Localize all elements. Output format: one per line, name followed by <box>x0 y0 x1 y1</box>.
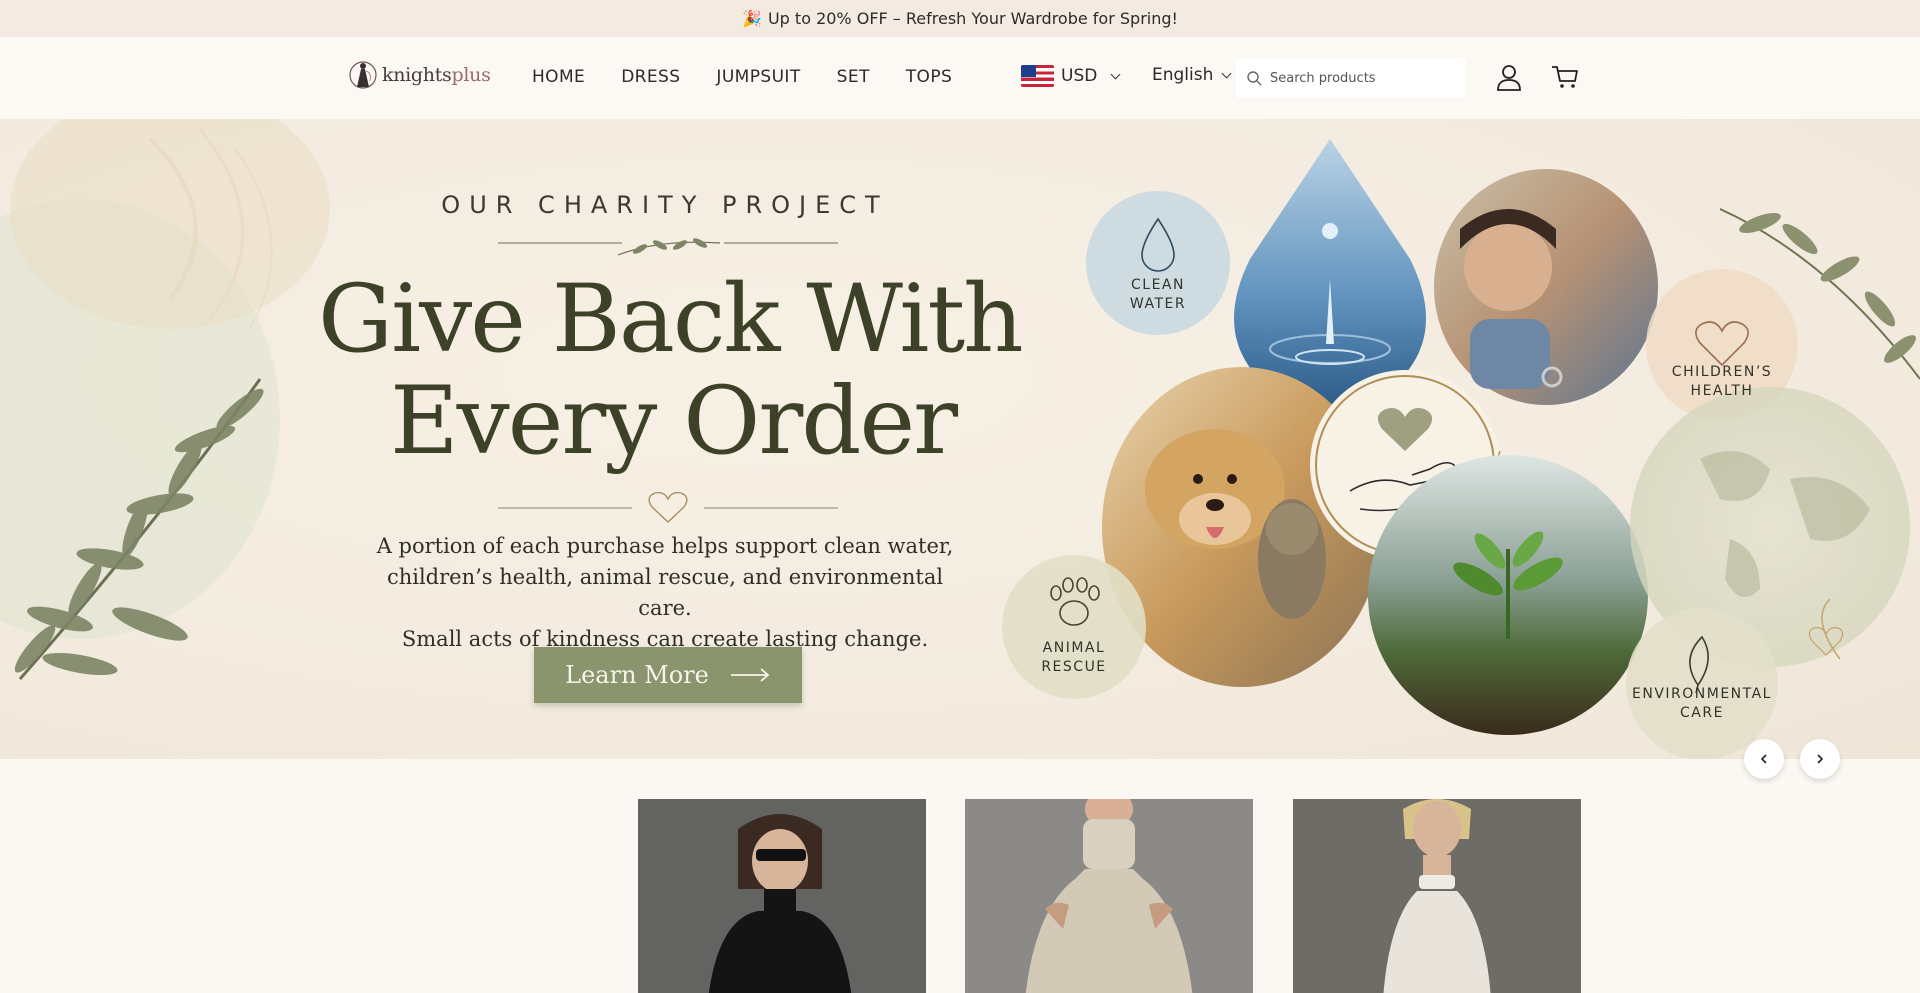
logo[interactable]: knightsplus <box>348 57 491 93</box>
chevron-down-icon <box>1110 69 1121 79</box>
main-nav: HOME DRESS JUMPSUIT SET TOPS <box>532 67 952 87</box>
hero-description-line1: A portion of each purchase helps support… <box>376 534 954 558</box>
currency-selector[interactable]: USD <box>1021 65 1121 87</box>
announcement-text: Up to 20% OFF – Refresh Your Wardrobe fo… <box>767 9 1178 28</box>
search-icon <box>1247 71 1262 86</box>
nav-dress[interactable]: DRESS <box>621 67 680 87</box>
cause-animal-rescue-line2: RESCUE <box>1041 659 1107 675</box>
product-card[interactable] <box>638 799 926 993</box>
us-flag-icon <box>1021 65 1054 87</box>
nav-jumpsuit[interactable]: JUMPSUIT <box>716 67 800 87</box>
product-image-black-turtleneck <box>638 799 926 993</box>
logo-text: knightsplus <box>382 64 491 86</box>
nav-home[interactable]: HOME <box>532 67 585 87</box>
language-value: English <box>1152 65 1214 85</box>
cause-environmental-care-label: ENVIRONMENTAL CARE <box>1622 685 1782 723</box>
logo-brand-main: knights <box>382 64 452 86</box>
cause-childrens-health-line2: HEALTH <box>1690 383 1754 399</box>
product-card[interactable] <box>1293 799 1581 993</box>
product-image-sheer-white-top <box>1293 799 1581 993</box>
hero-headline-line1: Give Back With <box>318 265 1024 374</box>
hero-artwork <box>0 119 1920 759</box>
cause-clean-water-line2: WATER <box>1129 296 1187 312</box>
nav-set[interactable]: SET <box>837 67 870 87</box>
product-image-knit-halter-top <box>965 799 1253 993</box>
hero-headline-line2: Every Order <box>390 367 958 476</box>
product-card[interactable] <box>965 799 1253 993</box>
cause-childrens-health-line1: CHILDREN’S <box>1671 364 1773 380</box>
cause-clean-water-line1: CLEAN <box>1131 277 1185 293</box>
site-header: knightsplus HOME DRESS JUMPSUIT SET TOPS… <box>0 37 1920 119</box>
cart-icon[interactable] <box>1550 62 1580 92</box>
learn-more-label: Learn More <box>565 661 709 689</box>
learn-more-button[interactable]: Learn More <box>534 647 802 703</box>
search-input[interactable] <box>1270 70 1450 86</box>
hero-description-line2: children’s health, animal rescue, and en… <box>386 565 944 620</box>
currency-value: USD <box>1061 66 1098 86</box>
language-selector[interactable]: English <box>1152 65 1232 85</box>
cause-environmental-care-line1: ENVIRONMENTAL <box>1632 686 1772 702</box>
logo-brand-accent: plus <box>451 64 491 86</box>
search-box[interactable] <box>1236 58 1466 98</box>
arrow-right-icon <box>730 668 770 682</box>
hero-description: A portion of each purchase helps support… <box>360 531 970 655</box>
hero-banner: OUR CHARITY PROJECT Give Back With Every… <box>0 119 1920 759</box>
party-popper-icon: 🎉 <box>742 9 762 28</box>
chevron-down-icon <box>1221 68 1232 78</box>
cause-childrens-health-label: CHILDREN’S HEALTH <box>1652 363 1792 401</box>
hero-eyebrow: OUR CHARITY PROJECT <box>441 191 889 219</box>
cause-clean-water-label: CLEAN WATER <box>1108 276 1208 314</box>
announcement-bar: 🎉 Up to 20% OFF – Refresh Your Wardrobe … <box>0 0 1920 37</box>
user-icon[interactable] <box>1494 62 1524 92</box>
product-grid <box>0 759 1920 993</box>
cause-environmental-care-line2: CARE <box>1680 705 1724 721</box>
logo-mark-icon <box>349 61 377 89</box>
nav-tops[interactable]: TOPS <box>906 67 952 87</box>
cause-animal-rescue-line1: ANIMAL <box>1042 640 1106 656</box>
cause-animal-rescue-label: ANIMAL RESCUE <box>1024 639 1124 677</box>
